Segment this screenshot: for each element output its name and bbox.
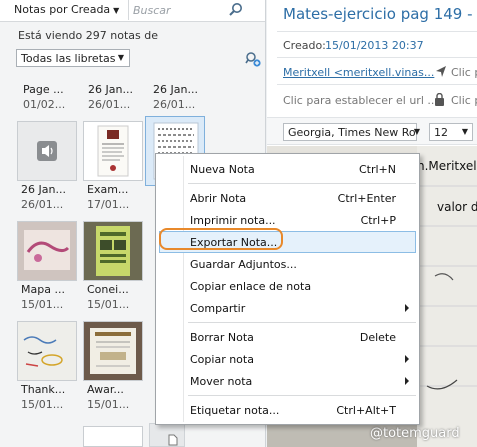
- menu-item-copiar-nota[interactable]: Copiar nota: [159, 348, 416, 370]
- search-box[interactable]: [128, 0, 246, 20]
- format-toolbar: Georgia, Times New Ro ▼ 12 ▼: [267, 117, 477, 145]
- note-thumbnail: [83, 321, 143, 381]
- caret-down-icon[interactable]: ▼: [410, 123, 424, 141]
- speaker-icon: [37, 141, 57, 161]
- note-title: Mapa ...: [21, 283, 65, 296]
- annotation-highlight-ring: [159, 228, 283, 250]
- caret-down-icon: ▼: [461, 127, 468, 136]
- note-thumbnail: [17, 321, 77, 381]
- font-size-value: 12: [434, 126, 448, 139]
- menu-item-shortcut: Ctrl+P: [360, 214, 396, 227]
- menu-item-label: Copiar enlace de nota: [190, 280, 312, 293]
- submenu-arrow-icon: [405, 304, 409, 312]
- author-link[interactable]: Meritxell <meritxell.vinas...: [283, 66, 434, 79]
- menu-item-nueva-nota[interactable]: Nueva Nota Ctrl+N: [159, 158, 416, 180]
- search-input[interactable]: [133, 2, 223, 18]
- note-thumbnail: [17, 121, 77, 181]
- menu-item-label: Etiquetar nota...: [190, 404, 280, 417]
- menu-item-mover-nota[interactable]: Mover nota: [159, 370, 416, 392]
- menu-item-compartir[interactable]: Compartir: [159, 297, 416, 319]
- menu-item-borrar-nota[interactable]: Borrar Nota Delete: [159, 326, 416, 348]
- note-date: 15/01...: [21, 398, 64, 411]
- menu-separator: [188, 395, 416, 396]
- divider: [277, 31, 477, 32]
- caret-down-icon: ▼: [113, 6, 120, 15]
- note-title: Exam...: [87, 183, 129, 196]
- created-date[interactable]: 15/01/2013 20:37: [325, 39, 424, 52]
- poster-image: [84, 222, 142, 280]
- page-icon: [168, 434, 178, 446]
- search-icon[interactable]: [228, 2, 243, 17]
- submenu-arrow-icon: [405, 377, 409, 385]
- content-text: valor de: [437, 200, 477, 214]
- caret-down-icon: ▼: [117, 53, 124, 62]
- content-text: n.Meritxell: [417, 159, 477, 173]
- map-photo-image: [18, 222, 76, 280]
- font-family-select[interactable]: Georgia, Times New Ro: [283, 123, 417, 141]
- menu-item-label: Mover nota: [190, 375, 253, 388]
- note-title: Thank...: [21, 383, 66, 396]
- note-date: 01/02...: [23, 98, 66, 111]
- note-date: 15/01...: [87, 398, 130, 411]
- location-icon[interactable]: [435, 65, 447, 78]
- note-count-text: Está viendo 297 notas de: [18, 29, 158, 42]
- note-thumbnail[interactable]: [83, 426, 143, 447]
- lock-icon[interactable]: [434, 93, 445, 107]
- menu-separator: [188, 183, 416, 184]
- location-hint[interactable]: Clic po: [451, 66, 477, 79]
- note-context-menu: Nueva Nota Ctrl+N Abrir Nota Ctrl+Enter …: [155, 153, 420, 425]
- notebook-filter-value: Todas las libretas: [21, 52, 116, 65]
- whiteboard-image: [18, 322, 76, 380]
- menu-item-label: Abrir Nota: [190, 192, 247, 205]
- note-title-heading[interactable]: Mates-ejercicio pag 149 - 15: [283, 5, 477, 23]
- note-title: Page ...: [23, 83, 64, 96]
- note-thumbnail: [83, 221, 143, 281]
- tags-hint[interactable]: Clic po: [451, 94, 477, 107]
- menu-item-label: Copiar nota: [190, 353, 254, 366]
- menu-item-label: Imprimir nota...: [190, 214, 276, 227]
- menu-item-shortcut: Ctrl+Alt+T: [336, 404, 396, 417]
- sort-dropdown[interactable]: Notas por Creada ▼: [14, 3, 119, 16]
- note-date: 26/01...: [21, 198, 64, 211]
- created-label: Creado:: [283, 39, 326, 52]
- note-date: 15/01...: [21, 298, 64, 311]
- note-thumbnail[interactable]: [149, 423, 185, 447]
- font-size-select[interactable]: 12 ▼: [429, 123, 473, 141]
- menu-item-abrir-nota[interactable]: Abrir Nota Ctrl+Enter: [159, 187, 416, 209]
- divider: [277, 84, 477, 85]
- divider: [277, 57, 477, 58]
- menu-item-etiquetar-nota[interactable]: Etiquetar nota... Ctrl+Alt+T: [159, 399, 416, 421]
- add-notebook-icon[interactable]: [245, 51, 261, 67]
- diploma-image: [97, 125, 129, 177]
- list-toolbar: Notas por Creada ▼: [0, 0, 265, 22]
- menu-item-label: Nueva Nota: [190, 163, 255, 176]
- note-title: 26 Jan...: [88, 83, 133, 96]
- menu-item-shortcut: Ctrl+Enter: [337, 192, 396, 205]
- note-title: Conei...: [87, 283, 129, 296]
- notebook-filter-dropdown[interactable]: Todas las libretas ▼: [16, 49, 130, 67]
- note-title: Awar...: [87, 383, 124, 396]
- note-title: 26 Jan...: [153, 83, 198, 96]
- note-date: 17/01...: [87, 198, 130, 211]
- menu-item-guardar-adjuntos[interactable]: Guardar Adjuntos...: [159, 253, 416, 275]
- menu-separator: [188, 322, 416, 323]
- menu-item-copiar-enlace[interactable]: Copiar enlace de nota: [159, 275, 416, 297]
- note-date: 26/01...: [88, 98, 131, 111]
- submenu-arrow-icon: [405, 355, 409, 363]
- note-date: 26/01...: [153, 98, 196, 111]
- note-thumbnail: [17, 221, 77, 281]
- menu-item-label: Borrar Nota: [190, 331, 254, 344]
- source-url-hint[interactable]: Clic para establecer el url ...: [283, 94, 438, 107]
- note-thumbnail: [83, 121, 143, 181]
- note-date: 15/01...: [87, 298, 130, 311]
- sort-label: Notas por Creada: [14, 3, 111, 16]
- menu-item-shortcut: Ctrl+N: [358, 163, 396, 176]
- menu-item-label: Guardar Adjuntos...: [190, 258, 297, 271]
- menu-item-shortcut: Delete: [359, 331, 396, 344]
- watermark: @totemguard: [370, 426, 460, 441]
- menu-item-label: Compartir: [190, 302, 246, 315]
- note-title: 26 Jan...: [21, 183, 66, 196]
- certificate-image: [84, 322, 142, 380]
